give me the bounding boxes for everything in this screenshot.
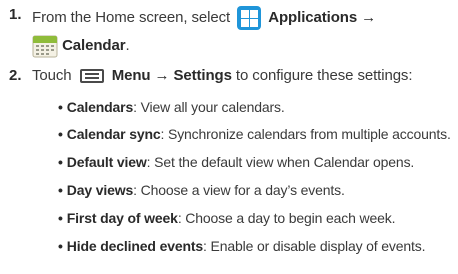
step-2-text: Touch — [32, 67, 72, 84]
bullet: • — [58, 154, 63, 170]
setting-description: : Choose a view for a day’s events. — [133, 182, 345, 198]
setting-description: : Set the default view when Calendar ope… — [146, 154, 415, 170]
bullet: • — [58, 126, 63, 142]
setting-description: : View all your calendars. — [133, 99, 285, 115]
setting-term: First day of week — [66, 210, 178, 226]
setting-term: Calendar sync — [66, 126, 161, 142]
step-1-number: 1. — [9, 6, 22, 23]
list-item: • Calendars: View all your calendars. — [58, 99, 285, 115]
step-1-text: From the Home screen, select — [32, 8, 231, 26]
applications-label: Applications → — [268, 8, 377, 26]
menu-icon — [79, 69, 104, 84]
calendar-label: Calendar — [62, 36, 126, 54]
list-item: • Day views: Choose a view for a day’s ev… — [58, 182, 345, 198]
bullet: • — [58, 182, 63, 198]
setting-term: Hide declined events — [66, 238, 204, 254]
list-item: • Calendar sync: Synchronize calendars fr… — [58, 126, 451, 142]
step-2-text-after: to configure these settings: — [231, 67, 413, 84]
setting-description: : Synchronize calendars from multiple ac… — [160, 126, 451, 142]
bullet: • — [58, 99, 63, 115]
step-2-line: Touch Menu → Settings to configure these… — [32, 67, 413, 84]
step-1-period: . — [125, 36, 130, 54]
bullet: • — [58, 210, 63, 226]
list-item: • First day of week: Choose a day to begi… — [58, 210, 395, 226]
step-1-line-2: Calendar. — [32, 34, 130, 58]
setting-term: Default view — [66, 154, 147, 170]
setting-description: : Enable or disable display of events. — [203, 238, 426, 254]
step-2-number: 2. — [9, 67, 22, 84]
setting-term: Day views — [66, 182, 134, 198]
bullet: • — [58, 238, 63, 254]
menu-settings-label: Menu → Settings — [111, 67, 232, 84]
calendar-icon — [32, 34, 58, 58]
applications-grid-icon — [237, 6, 262, 30]
list-item: • Default view: Set the default view when… — [58, 154, 414, 170]
step-1-line-1: From the Home screen, select Application… — [32, 6, 376, 30]
setting-term: Calendars — [66, 99, 134, 115]
list-item: • Hide declined events: Enable or disable… — [58, 238, 426, 254]
setting-description: : Choose a day to begin each week. — [177, 210, 396, 226]
